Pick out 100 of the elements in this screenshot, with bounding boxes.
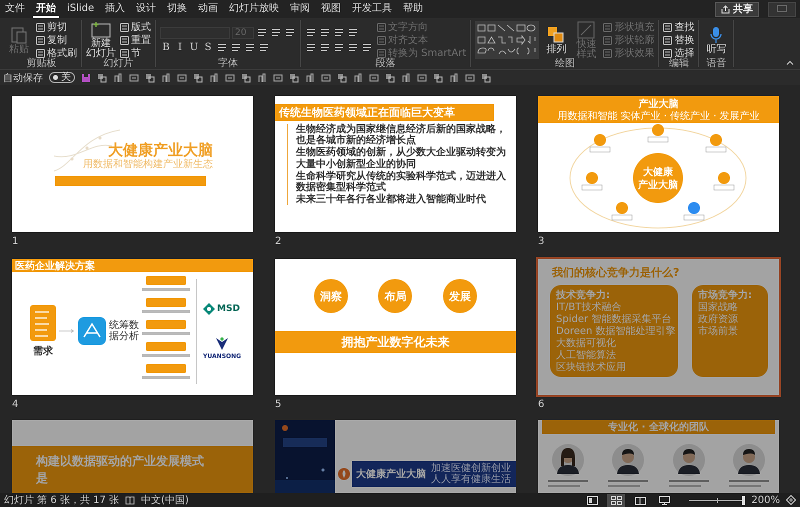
toolbar-button[interactable] bbox=[230, 41, 242, 54]
card-item: 政府资源 bbox=[698, 314, 739, 326]
toolbar-button[interactable] bbox=[244, 41, 256, 54]
group-label: 段落 bbox=[374, 58, 397, 69]
slide-subtitle: 用数据和智能构建产业新生态 bbox=[83, 159, 213, 171]
toolbar-icon[interactable] bbox=[273, 72, 283, 82]
share-button[interactable]: 共享 bbox=[715, 2, 759, 16]
ribbon-button[interactable]: 复制 bbox=[36, 34, 67, 46]
toolbar-icon[interactable] bbox=[465, 72, 475, 82]
toolbar-icon[interactable] bbox=[161, 72, 171, 82]
slide-number: 3 bbox=[538, 236, 546, 247]
ribbon-tab[interactable]: 插入 bbox=[102, 0, 128, 18]
ribbon-button[interactable]: 剪切 bbox=[36, 22, 67, 32]
ribbon-tab[interactable]: 帮助 bbox=[400, 0, 426, 18]
collapse-ribbon-icon[interactable] bbox=[786, 60, 794, 65]
toolbar-icon[interactable] bbox=[481, 72, 491, 82]
toolbar-icon[interactable] bbox=[209, 72, 219, 82]
format-button[interactable]: S bbox=[202, 41, 214, 54]
slide-thumbnail[interactable]: 传统生物医药领域正在面临巨大变革 生物经济成为国家继信息经济后新的国家战略，也是各城市新的经济增长点 生物医药领域的创新，从少数大企业驱动转变为大量中小创新型企业的协同 生命科学研究从传统的实验科学范式，迈进进入数据密集型科学范式 未来三十年各行各业都将进入智能商业时代 bbox=[275, 96, 516, 232]
toolbar-icon[interactable] bbox=[449, 72, 459, 82]
toolbar-icon[interactable] bbox=[145, 72, 155, 82]
toolbar-icon[interactable] bbox=[257, 72, 267, 82]
ribbon-button[interactable]: 版式 bbox=[120, 22, 151, 32]
toolbar-icon[interactable] bbox=[81, 72, 91, 82]
toolbar-icon[interactable] bbox=[401, 72, 411, 82]
ribbon-button[interactable]: 节 bbox=[120, 48, 141, 58]
tool-icon bbox=[603, 48, 612, 58]
toolbar-icon[interactable] bbox=[353, 72, 363, 82]
ribbon-tab[interactable]: 文件 bbox=[2, 0, 28, 18]
ribbon-tab[interactable]: 视图 bbox=[318, 0, 344, 18]
slide-title: 大健康产业大脑 bbox=[356, 467, 426, 481]
toolbar-icon[interactable] bbox=[337, 72, 347, 82]
book-icon[interactable] bbox=[124, 496, 135, 504]
zoom-slider-thumb[interactable] bbox=[742, 496, 745, 504]
caption-lines-drawing bbox=[548, 480, 588, 488]
body-text: 未来三十年各行各业都将进入智能商业时代 bbox=[296, 194, 487, 206]
ribbon-button[interactable]: 听写 bbox=[703, 26, 730, 54]
tool-icon bbox=[259, 43, 269, 52]
toolbar-icon[interactable] bbox=[305, 72, 315, 82]
toolbar-button[interactable] bbox=[256, 26, 268, 39]
toolbar-button[interactable] bbox=[284, 26, 296, 39]
toolbar-button[interactable] bbox=[347, 26, 359, 39]
ribbon-tab[interactable]: 幻灯片放映 bbox=[226, 0, 282, 18]
ribbon-button[interactable]: 选择 bbox=[663, 48, 694, 58]
format-button[interactable]: I bbox=[174, 41, 186, 54]
toolbar-icon[interactable] bbox=[289, 72, 299, 82]
node-icon bbox=[612, 202, 632, 220]
ribbon-tab[interactable]: 开发工具 bbox=[349, 0, 396, 18]
ribbon-tab[interactable]: 设计 bbox=[133, 0, 160, 18]
toolbar-button[interactable] bbox=[319, 41, 331, 54]
toolbar-icon[interactable] bbox=[113, 72, 123, 82]
toolbar-icon[interactable] bbox=[369, 72, 379, 82]
group-label: 绘图 bbox=[554, 58, 576, 69]
ribbon-tab[interactable]: 切换 bbox=[164, 0, 190, 18]
view-button[interactable] bbox=[607, 494, 626, 506]
tool-icon bbox=[306, 43, 316, 52]
ribbon-tab[interactable]: iSlide bbox=[64, 0, 98, 18]
toolbar-icon[interactable] bbox=[241, 72, 251, 82]
toolbar-icon[interactable] bbox=[225, 72, 235, 82]
group-label: 剪贴板 bbox=[26, 58, 58, 69]
toolbar-icon[interactable] bbox=[129, 72, 139, 82]
ribbon-tab[interactable]: 动画 bbox=[195, 0, 222, 18]
toolbar-icon[interactable] bbox=[97, 72, 107, 82]
toolbar-icon[interactable] bbox=[433, 72, 443, 82]
tool-icon bbox=[245, 43, 255, 52]
tool-icon bbox=[663, 36, 672, 44]
ribbon-button[interactable]: 重置 bbox=[120, 34, 151, 46]
shapes-gallery[interactable] bbox=[475, 21, 540, 59]
fit-to-window-icon[interactable] bbox=[786, 495, 796, 505]
ribbon-button[interactable]: 查找 bbox=[663, 22, 694, 32]
tool-icon bbox=[36, 22, 45, 32]
toolbar-icon[interactable] bbox=[321, 72, 331, 82]
slide-title: 医药企业解决方案 bbox=[15, 259, 95, 272]
toolbar-button[interactable] bbox=[319, 26, 331, 39]
toolbar-icon[interactable] bbox=[177, 72, 187, 82]
language-indicator[interactable]: 中文(中国) bbox=[140, 493, 189, 507]
toolbar-button[interactable] bbox=[333, 41, 345, 54]
toolbar-button[interactable] bbox=[305, 41, 317, 54]
toolbar-button[interactable] bbox=[270, 26, 282, 39]
toolbar-button[interactable] bbox=[258, 41, 270, 54]
toolbar-button[interactable] bbox=[305, 26, 317, 39]
toolbar-button[interactable] bbox=[347, 41, 359, 54]
toolbar-button[interactable] bbox=[361, 41, 373, 54]
toolbar-button[interactable] bbox=[333, 26, 345, 39]
group-label: 编辑 bbox=[668, 58, 690, 69]
ribbon-button[interactable]: 格式刷 bbox=[36, 48, 77, 58]
zoom-level[interactable]: 200% bbox=[751, 494, 780, 506]
format-button[interactable]: B bbox=[160, 41, 172, 54]
card-item: Spider 智能数据采集平台 bbox=[556, 314, 672, 326]
ribbon-button[interactable]: 新建幻灯片 bbox=[86, 21, 116, 59]
ribbon-tab[interactable]: 审阅 bbox=[287, 0, 314, 18]
ribbon-button[interactable]: 排列 bbox=[543, 26, 570, 54]
node-icon bbox=[684, 202, 704, 220]
toolbar-icon[interactable] bbox=[385, 72, 395, 82]
autosave-toggle[interactable]: 关 bbox=[49, 72, 75, 83]
toolbar-icon[interactable] bbox=[417, 72, 427, 82]
ribbon-button[interactable]: 替换 bbox=[663, 34, 694, 46]
toolbar-icon[interactable] bbox=[193, 72, 203, 82]
format-button[interactable]: U bbox=[188, 41, 200, 54]
toolbar-button[interactable] bbox=[216, 41, 228, 54]
